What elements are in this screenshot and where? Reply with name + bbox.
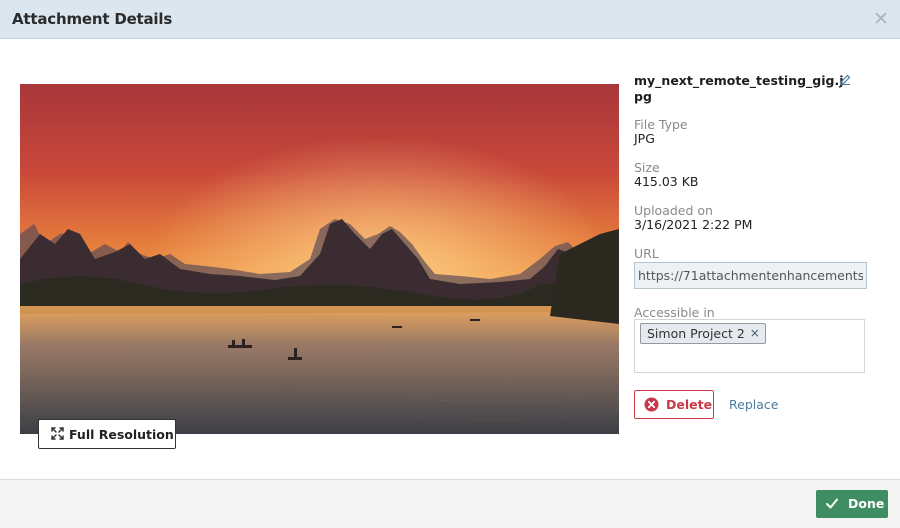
pencil-icon[interactable] [839, 73, 851, 85]
size-label: Size [634, 160, 660, 175]
full-resolution-label: Full Resolution [69, 427, 174, 442]
uploaded-label: Uploaded on [634, 203, 713, 218]
replace-link[interactable]: Replace [729, 397, 778, 412]
uploaded-value: 3/16/2021 2:22 PM [634, 217, 753, 232]
delete-button[interactable]: Delete [634, 390, 714, 419]
delete-circle-icon [644, 397, 659, 412]
dialog-footer [0, 479, 900, 528]
url-label: URL [634, 246, 659, 261]
dialog-header: Attachment Details ✕ [0, 0, 900, 39]
full-resolution-button[interactable]: Full Resolution [38, 419, 176, 449]
delete-label: Delete [666, 397, 713, 412]
project-tag-label: Simon Project 2 [647, 326, 745, 341]
file-type-label: File Type [634, 117, 688, 132]
project-tag: Simon Project 2 × [640, 323, 766, 344]
dialog-title: Attachment Details [12, 10, 173, 28]
file-name: my_next_remote_testing_gig.jpg [634, 73, 844, 104]
accessible-in-label: Accessible in [634, 305, 715, 320]
size-value: 415.03 KB [634, 174, 699, 189]
done-label: Done [848, 496, 885, 511]
expand-icon [51, 427, 64, 440]
image-preview [20, 84, 619, 434]
remove-tag-icon[interactable]: × [750, 324, 760, 343]
done-button[interactable]: Done [816, 490, 888, 518]
accessible-in-field[interactable]: Simon Project 2 × [634, 319, 865, 373]
landscape-image [20, 84, 619, 434]
file-type-value: JPG [634, 131, 655, 146]
checkmark-icon [826, 498, 838, 509]
url-field[interactable] [634, 262, 867, 289]
close-icon[interactable]: ✕ [873, 10, 889, 29]
